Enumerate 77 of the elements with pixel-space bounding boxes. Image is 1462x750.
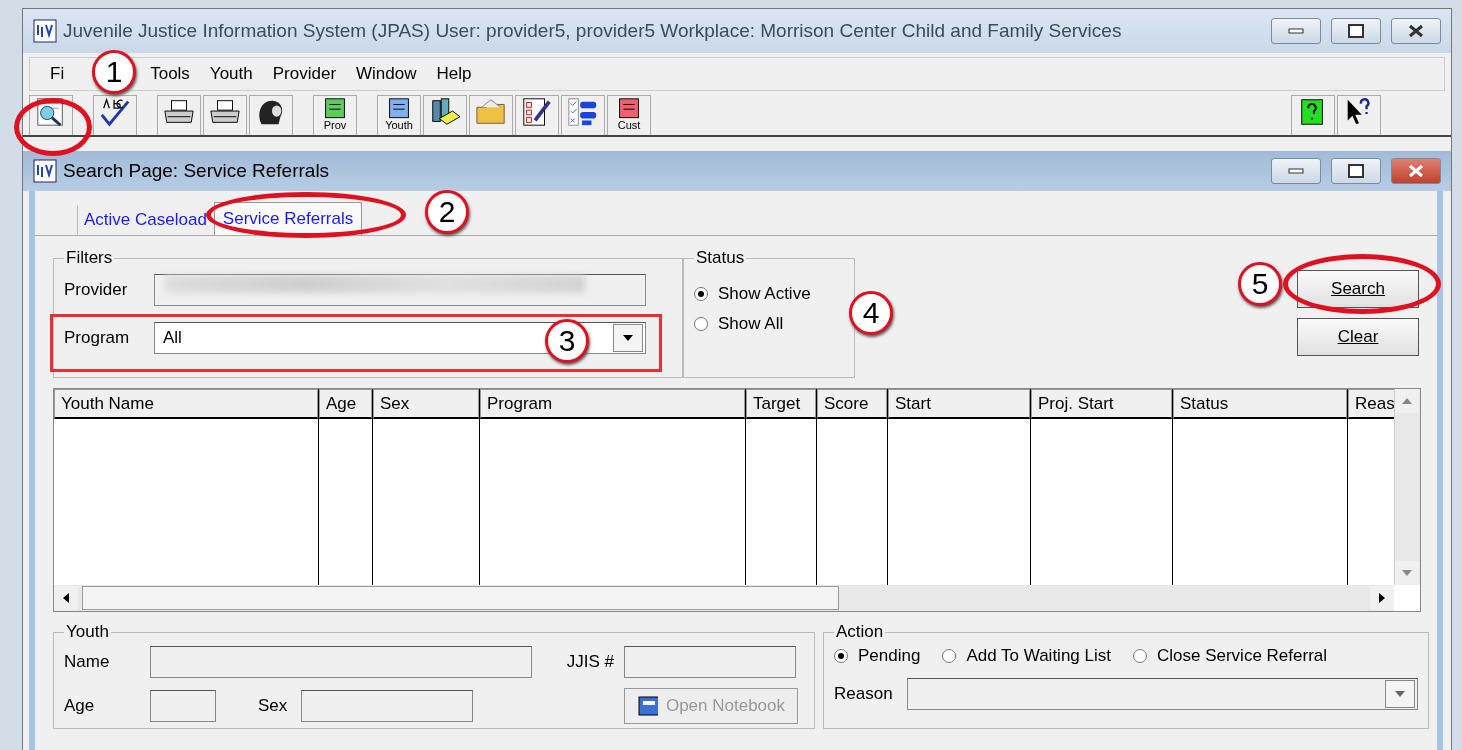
scroll-right-icon[interactable] — [1370, 586, 1394, 610]
jjis-field[interactable] — [624, 646, 796, 678]
column-header[interactable]: Program — [480, 389, 745, 419]
radio-option[interactable]: Close Service Referral — [1132, 646, 1328, 666]
toolbar-button[interactable] — [423, 95, 467, 135]
radio-option[interactable]: Show All — [694, 314, 844, 334]
toolbar-button[interactable]: Prov — [313, 95, 357, 135]
window-title: Search Page: Service Referrals — [63, 160, 331, 182]
minimize-button[interactable] — [1271, 18, 1321, 44]
close-icon — [1407, 24, 1425, 38]
column-header[interactable]: Status — [1173, 389, 1347, 419]
sex-field[interactable] — [301, 690, 474, 722]
minimize-button[interactable] — [1271, 158, 1321, 184]
scrollbar-thumb[interactable] — [82, 586, 839, 610]
app-icon — [33, 159, 57, 183]
toolbar-button[interactable] — [249, 95, 293, 135]
scroll-up-icon[interactable] — [1395, 389, 1419, 413]
field-label: Reason — [834, 684, 893, 704]
close-button[interactable] — [1391, 18, 1441, 44]
group-title: Filters — [65, 248, 114, 268]
maximize-button[interactable] — [1331, 18, 1381, 44]
window-title: Juvenile Justice Information System (JPAS) User: provider5, provider5 Workplace: Morrison Center Child and Family Services — [63, 20, 1123, 42]
toolbar-button[interactable] — [157, 95, 201, 135]
close-button[interactable] — [1391, 158, 1441, 184]
toolbar-button[interactable] — [515, 95, 559, 135]
toolbar-button[interactable] — [1337, 95, 1381, 135]
field-label: JJIS # — [566, 652, 614, 672]
column-header[interactable]: Score — [817, 389, 887, 419]
provider-field[interactable] — [154, 274, 646, 306]
column-header[interactable]: Age — [319, 389, 372, 419]
column-header[interactable]: Reas — [1348, 389, 1394, 419]
dropdown-arrow-icon — [623, 335, 633, 341]
menu-item[interactable]: Tools — [150, 64, 190, 84]
close-icon — [1407, 164, 1425, 178]
minimize-icon — [1288, 28, 1304, 34]
field-label: Program — [64, 328, 131, 348]
maximize-button[interactable] — [1331, 158, 1381, 184]
maximize-icon — [1348, 24, 1364, 38]
scroll-left-icon[interactable] — [54, 586, 78, 610]
toolbar-button[interactable] — [93, 95, 137, 135]
field-label: Provider — [64, 280, 129, 300]
menu-item[interactable]: Youth — [209, 64, 253, 84]
name-field[interactable] — [150, 646, 532, 678]
age-field[interactable] — [150, 690, 216, 722]
group-title: Status — [695, 248, 746, 268]
group-title: Youth — [65, 622, 110, 642]
toolbar-button[interactable]: Youth — [377, 95, 421, 135]
toolbar-button[interactable] — [29, 95, 73, 135]
push-button[interactable]: Search — [1297, 270, 1419, 308]
dropdown-arrow-icon — [1395, 691, 1405, 697]
menu-item[interactable]: Window — [356, 64, 417, 84]
group-title: Action — [835, 622, 885, 642]
reason-dropdown[interactable] — [906, 678, 1418, 710]
toolbar-button[interactable] — [1291, 95, 1335, 135]
field-label: Sex — [258, 696, 288, 716]
column-header[interactable]: Sex — [373, 389, 479, 419]
toolbar-button[interactable]: Cust — [607, 95, 651, 135]
field-label: Name — [64, 652, 111, 672]
column-header[interactable]: Start — [888, 389, 1030, 419]
column-header[interactable]: Proj. Start — [1031, 389, 1172, 419]
toolbar-button[interactable] — [561, 95, 605, 135]
field-label: Age — [64, 696, 96, 716]
radio-option[interactable]: Show Active — [694, 284, 844, 304]
maximize-icon — [1348, 164, 1364, 178]
notebook-icon — [637, 695, 658, 717]
push-button[interactable]: Clear — [1297, 318, 1419, 356]
minimize-icon — [1288, 168, 1304, 174]
menu-item[interactable]: Provider — [272, 64, 337, 84]
radio-option[interactable]: Add To Waiting List — [942, 646, 1111, 666]
menu-item[interactable]: Fi — [50, 64, 65, 84]
column-header[interactable]: Youth Name — [54, 389, 318, 419]
menu-item[interactable]: Help — [436, 64, 472, 84]
radio-option[interactable]: Pending — [834, 646, 921, 666]
column-header[interactable]: Target — [746, 389, 816, 419]
toolbar-button[interactable] — [203, 95, 247, 135]
app-icon — [33, 19, 57, 43]
spellcheck-icon — [98, 96, 132, 128]
